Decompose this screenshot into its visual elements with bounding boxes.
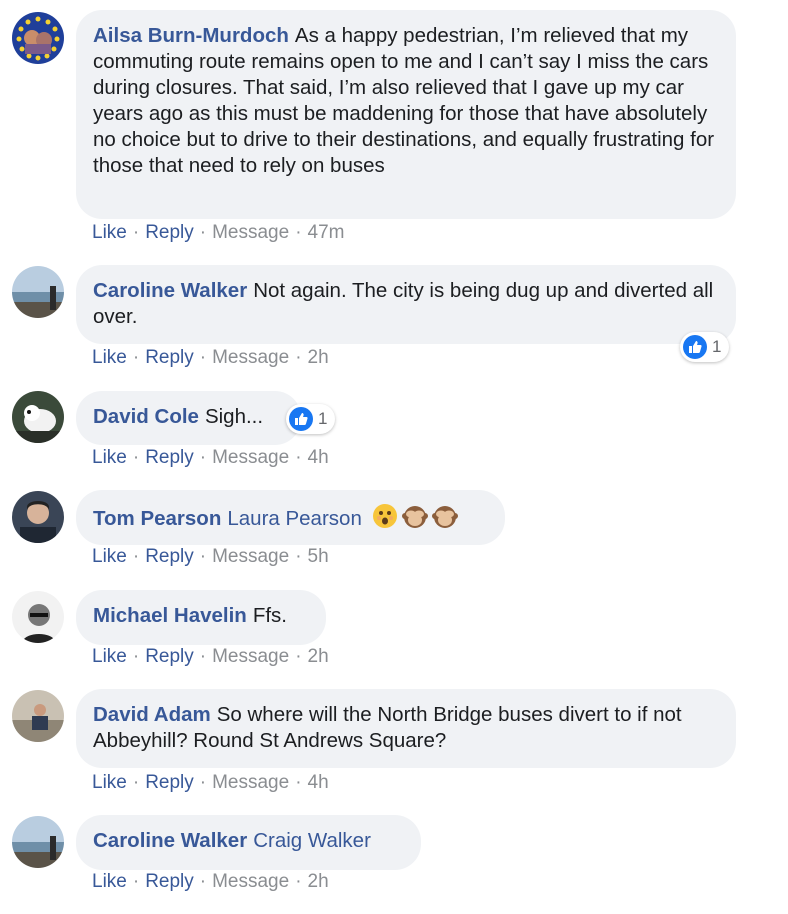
comment-time[interactable]: 5h [308, 546, 329, 567]
like-reaction-icon [289, 407, 313, 431]
separator: · [295, 546, 302, 567]
comment-author[interactable]: Caroline Walker [93, 829, 247, 852]
message-button[interactable]: Message [212, 871, 289, 892]
separator: · [199, 222, 207, 243]
astonished-face-icon [372, 503, 398, 536]
comment-author[interactable]: Michael Havelin [93, 604, 247, 627]
comment-time[interactable]: 4h [308, 772, 329, 793]
reply-button[interactable]: Reply [145, 222, 194, 243]
reply-button[interactable]: Reply [145, 447, 194, 468]
comment-time[interactable]: 47m [308, 222, 345, 243]
comment-actions: Like · Reply · Message · 4h [92, 447, 329, 469]
comment-actions: Like · Reply · Message · 2h [92, 347, 329, 369]
comment-bubble: Ailsa Burn-Murdoch As a happy pedestrian,… [76, 10, 736, 219]
comment-bubble: Michael Havelin Ffs. [76, 590, 326, 645]
reply-button[interactable]: Reply [145, 546, 194, 567]
message-button[interactable]: Message [212, 772, 289, 793]
message-button[interactable]: Message [212, 546, 289, 567]
reply-button[interactable]: Reply [145, 871, 194, 892]
message-button[interactable]: Message [212, 447, 289, 468]
comment-time[interactable]: 4h [308, 447, 329, 468]
avatar[interactable] [12, 491, 64, 543]
comment-time[interactable]: 2h [308, 646, 329, 667]
reaction-count[interactable]: 1 [680, 332, 730, 362]
reply-button[interactable]: Reply [145, 646, 194, 667]
comment-author[interactable]: David Adam [93, 703, 211, 726]
reply-button[interactable]: Reply [145, 772, 194, 793]
like-button[interactable]: Like [92, 222, 127, 243]
comment-text: Ffs. [252, 604, 287, 627]
comment-bubble: David Cole Sigh... [76, 391, 301, 445]
comment-author[interactable]: Tom Pearson [93, 507, 221, 530]
separator: · [199, 447, 207, 468]
comment-actions: Like · Reply · Message · 2h [92, 871, 329, 893]
see-no-evil-monkey-icon [431, 503, 458, 536]
separator: · [295, 347, 302, 368]
message-button[interactable]: Message [212, 347, 289, 368]
comment-author[interactable]: Ailsa Burn-Murdoch [93, 24, 289, 47]
avatar[interactable] [12, 12, 64, 64]
separator: · [199, 347, 207, 368]
separator: · [295, 646, 302, 667]
separator: · [295, 447, 302, 468]
reaction-count-label: 1 [318, 409, 328, 428]
avatar[interactable] [12, 690, 64, 742]
message-button[interactable]: Message [212, 646, 289, 667]
like-button[interactable]: Like [92, 546, 127, 567]
avatar[interactable] [12, 816, 64, 868]
comment-author[interactable]: Caroline Walker [93, 279, 247, 302]
separator: · [132, 772, 140, 793]
like-button[interactable]: Like [92, 871, 127, 892]
like-button[interactable]: Like [92, 347, 127, 368]
comment-author[interactable]: David Cole [93, 405, 199, 428]
comment-text: Sigh... [204, 405, 264, 428]
comment-bubble: Tom Pearson Laura Pearson [76, 490, 505, 545]
separator: · [132, 646, 140, 667]
separator: · [295, 772, 302, 793]
separator: · [199, 871, 207, 892]
avatar[interactable] [12, 266, 64, 318]
comment-bubble: Caroline Walker Not again. The city is be… [76, 265, 736, 344]
comment-actions: Like · Reply · Message · 2h [92, 646, 329, 668]
reaction-count-label: 1 [712, 337, 722, 356]
separator: · [199, 646, 207, 667]
reaction-count[interactable]: 1 [286, 404, 336, 434]
separator: · [132, 222, 140, 243]
separator: · [295, 222, 302, 243]
mention-link[interactable]: Craig Walker [253, 829, 371, 852]
reply-button[interactable]: Reply [145, 347, 194, 368]
comment-time[interactable]: 2h [308, 347, 329, 368]
comment-actions: Like · Reply · Message · 5h [92, 546, 329, 568]
mention-link[interactable]: Laura Pearson [227, 507, 361, 530]
separator: · [132, 447, 140, 468]
comment-time[interactable]: 2h [308, 871, 329, 892]
like-button[interactable]: Like [92, 447, 127, 468]
message-button[interactable]: Message [212, 222, 289, 243]
see-no-evil-monkey-icon [401, 503, 428, 536]
like-button[interactable]: Like [92, 772, 127, 793]
separator: · [295, 871, 302, 892]
separator: · [199, 546, 207, 567]
separator: · [132, 871, 140, 892]
like-button[interactable]: Like [92, 646, 127, 667]
avatar[interactable] [12, 591, 64, 643]
separator: · [132, 347, 140, 368]
avatar[interactable] [12, 391, 64, 443]
separator: · [199, 772, 207, 793]
comment-bubble: Caroline Walker Craig Walker [76, 815, 421, 870]
separator: · [132, 546, 140, 567]
comment-actions: Like · Reply · Message · 4h [92, 772, 329, 794]
like-reaction-icon [683, 335, 707, 359]
comment-bubble: David Adam So where will the North Bridge… [76, 689, 736, 768]
comment-actions: Like · Reply · Message · 47m [92, 222, 345, 244]
